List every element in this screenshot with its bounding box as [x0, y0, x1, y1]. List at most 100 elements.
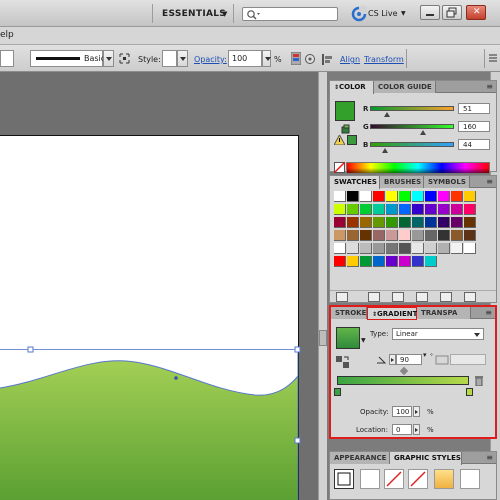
swatch[interactable]: [360, 204, 372, 215]
swatch[interactable]: [360, 191, 372, 202]
swatch[interactable]: [464, 204, 476, 215]
new-color-group-icon[interactable]: [416, 292, 428, 302]
chevron-down-icon[interactable]: ▼: [222, 10, 227, 18]
chevron-down-icon[interactable]: ▼: [401, 10, 406, 17]
swatch[interactable]: [438, 191, 450, 202]
gradient-wave-shape[interactable]: [0, 340, 303, 500]
swatch[interactable]: [373, 191, 385, 202]
swatch[interactable]: [386, 243, 398, 254]
gradient-preview-dropdown[interactable]: ▼: [361, 337, 366, 344]
gamut-color-swatch[interactable]: [347, 135, 357, 145]
swatch[interactable]: [334, 191, 346, 202]
angle-dropdown-arrow[interactable]: ▾: [423, 351, 427, 359]
panel-menu-icon[interactable]: ≡: [486, 452, 493, 463]
slider-r[interactable]: [370, 106, 454, 111]
swatch[interactable]: [334, 256, 346, 267]
value-b[interactable]: 44: [458, 139, 490, 150]
tab-symbols[interactable]: SYMBOLS: [424, 176, 470, 188]
swatch[interactable]: [347, 217, 359, 228]
vertical-scrollbar[interactable]: [318, 72, 327, 500]
swatch[interactable]: [347, 230, 359, 241]
swatch[interactable]: [464, 191, 476, 202]
graphic-style-2[interactable]: [360, 469, 380, 489]
swatch[interactable]: [386, 256, 398, 267]
search-input[interactable]: [242, 7, 338, 21]
swatch[interactable]: [386, 217, 398, 228]
graphic-style-default[interactable]: [334, 469, 354, 489]
swatch[interactable]: [386, 204, 398, 215]
gradient-stop-start[interactable]: [334, 388, 341, 396]
restore-button[interactable]: [442, 5, 462, 20]
swatch[interactable]: [464, 217, 476, 228]
graphic-style-5[interactable]: [434, 469, 454, 489]
tab-color[interactable]: ⇕COLOR: [330, 81, 374, 94]
swatch[interactable]: [373, 230, 385, 241]
swatch[interactable]: [386, 230, 398, 241]
scrollbar-thumb[interactable]: [319, 330, 327, 346]
tab-swatches[interactable]: SWATCHES: [330, 176, 380, 189]
out-of-gamut-cube-icon[interactable]: [341, 124, 351, 134]
swatch[interactable]: [438, 217, 450, 228]
swatch[interactable]: [438, 204, 450, 215]
tab-stroke[interactable]: STROKE: [331, 307, 367, 319]
swatch[interactable]: [360, 230, 372, 241]
fill-color-swatch[interactable]: [335, 101, 355, 121]
swatch[interactable]: [373, 204, 385, 215]
slider-b[interactable]: [370, 142, 454, 147]
gradient-midpoint-diamond[interactable]: [399, 366, 409, 376]
swatch[interactable]: [412, 230, 424, 241]
stop-opacity-input[interactable]: 100: [392, 406, 412, 417]
cs-live-menu[interactable]: CS Live: [368, 9, 398, 18]
slider-g[interactable]: [370, 124, 454, 129]
swatch[interactable]: [464, 230, 476, 241]
cs-live-icon[interactable]: [351, 6, 367, 22]
swatch[interactable]: [360, 256, 372, 267]
stop-location-dropdown[interactable]: [413, 424, 420, 435]
tab-transparency[interactable]: TRANSPA: [417, 307, 471, 319]
swatch[interactable]: [334, 217, 346, 228]
swatch[interactable]: [438, 230, 450, 241]
swatch-libraries-icon[interactable]: [336, 292, 348, 302]
swatch[interactable]: [451, 217, 463, 228]
graphic-style-3[interactable]: [384, 469, 404, 489]
graphic-style-4[interactable]: [408, 469, 428, 489]
align-link[interactable]: Align: [340, 55, 360, 64]
tab-color-guide[interactable]: COLOR GUIDE: [374, 81, 436, 93]
slider-thumb-b[interactable]: [381, 148, 388, 153]
align-icon[interactable]: [322, 54, 332, 65]
gradient-preview-swatch[interactable]: [336, 327, 360, 349]
opacity-link[interactable]: Opacity:: [194, 55, 227, 64]
value-g[interactable]: 160: [458, 121, 490, 132]
swatch[interactable]: [451, 230, 463, 241]
angle-input[interactable]: 90: [396, 354, 422, 365]
stroke-weight-field[interactable]: [0, 50, 14, 67]
new-swatch-icon[interactable]: [440, 292, 452, 302]
opacity-dropdown[interactable]: [262, 50, 271, 67]
stop-opacity-dropdown[interactable]: [413, 406, 420, 417]
reverse-gradient-icon[interactable]: [336, 356, 350, 368]
workspace-switcher[interactable]: ESSENTIALS: [162, 9, 226, 19]
swatch[interactable]: [412, 243, 424, 254]
swatch[interactable]: [451, 204, 463, 215]
tab-gradient[interactable]: ⇕GRADIENT: [367, 307, 417, 320]
swatch-options-icon[interactable]: [392, 292, 404, 302]
swatch[interactable]: [373, 243, 385, 254]
swatch[interactable]: [425, 191, 437, 202]
swatch[interactable]: [373, 256, 385, 267]
show-swatch-kinds-icon[interactable]: [368, 292, 380, 302]
delete-swatch-icon[interactable]: [464, 292, 476, 302]
tab-appearance[interactable]: APPEARANCE: [330, 452, 390, 464]
swatch[interactable]: [373, 217, 385, 228]
transform-link[interactable]: Transform: [364, 55, 404, 64]
none-color-icon[interactable]: [334, 162, 345, 173]
swatch[interactable]: [360, 243, 372, 254]
swatch[interactable]: [347, 191, 359, 202]
color-spectrum-bar[interactable]: [346, 162, 490, 174]
control-menu-icon[interactable]: [488, 53, 498, 63]
tab-graphic-styles[interactable]: GRAPHIC STYLES: [390, 452, 462, 465]
warning-icon[interactable]: [334, 135, 345, 145]
swatch[interactable]: [399, 191, 411, 202]
swatch[interactable]: [347, 204, 359, 215]
panel-menu-icon[interactable]: ≡: [485, 307, 492, 318]
tab-brushes[interactable]: BRUSHES: [380, 176, 424, 188]
